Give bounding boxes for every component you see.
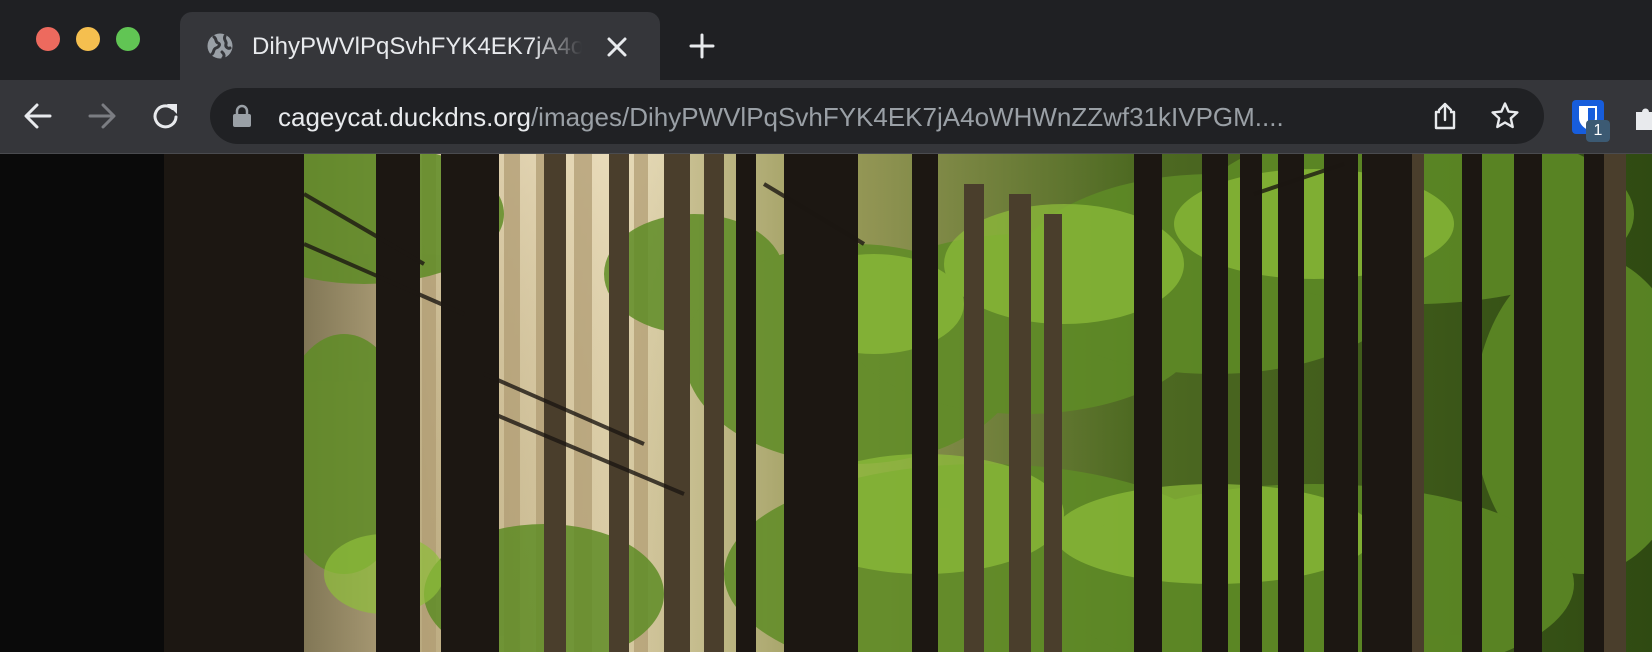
tab-title: DihyPWVlPqSvhFYK4EK7jA4oW: [252, 33, 582, 60]
forward-button[interactable]: [86, 100, 118, 132]
browser-window: DihyPWVlPqSvhFYK4EK7jA4oW cageycat.duckd…: [0, 0, 1652, 652]
new-tab-button[interactable]: [688, 32, 716, 60]
maximize-window-button[interactable]: [116, 27, 140, 51]
close-window-button[interactable]: [36, 27, 60, 51]
minimize-window-button[interactable]: [76, 27, 100, 51]
forest-photo: [164, 154, 1652, 652]
close-tab-icon[interactable]: [604, 34, 630, 60]
url-path: /images/DihyPWVlPqSvhFYK4EK7jA4oWHWnZZwf…: [530, 102, 1284, 132]
url-domain: cageycat.duckdns.org: [278, 102, 531, 132]
address-bar[interactable]: cageycat.duckdns.org/images/DihyPWVlPqSv…: [210, 88, 1544, 144]
active-tab[interactable]: DihyPWVlPqSvhFYK4EK7jA4oW: [180, 12, 660, 80]
lock-icon[interactable]: [232, 104, 252, 128]
browser-toolbar: cageycat.duckdns.org/images/DihyPWVlPqSv…: [0, 80, 1652, 154]
globe-icon: [207, 33, 233, 60]
page-content: [0, 154, 1652, 652]
tab-strip: DihyPWVlPqSvhFYK4EK7jA4oW: [0, 0, 1652, 80]
url-text[interactable]: cageycat.duckdns.org/images/DihyPWVlPqSv…: [278, 101, 1398, 133]
back-button[interactable]: [22, 100, 54, 132]
puzzle-piece-icon[interactable]: [1632, 102, 1652, 132]
extension-badge: 1: [1586, 120, 1610, 142]
reload-button[interactable]: [150, 100, 182, 132]
bookmark-star-icon[interactable]: [1490, 101, 1520, 131]
share-icon[interactable]: [1430, 101, 1460, 131]
